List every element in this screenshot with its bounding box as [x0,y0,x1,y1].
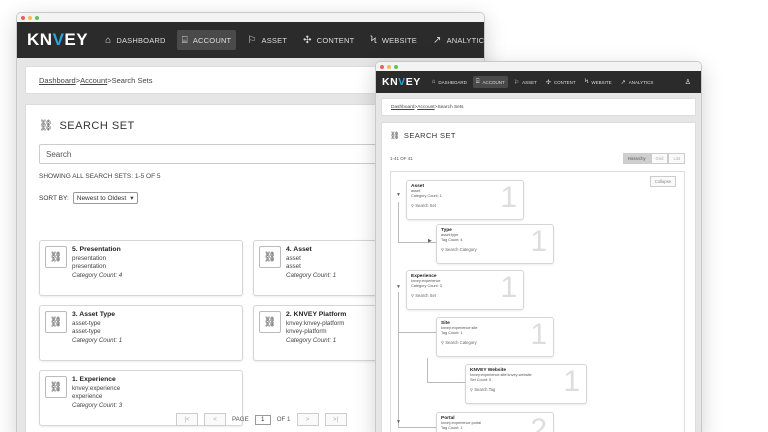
nav-account[interactable]: ⌸ Account [176,30,237,50]
minimize-dot[interactable] [28,15,32,20]
content-area: Dashboard > Account > Search Sets ⛓ Searc… [376,93,701,432]
knvey-logo[interactable]: KNVEY [27,30,88,50]
tree-connector [398,332,436,333]
minimize-dot[interactable] [387,64,391,69]
nav-analytics[interactable]: ↗Analytics [428,30,484,50]
hierarchy-view-button[interactable]: Hierarchy [622,153,651,164]
knvey-logo[interactable]: KNVEY [382,76,421,88]
sort-select[interactable]: Newest to Oldest ▾ [72,192,138,204]
puzzle-icon: ✣ [303,34,312,46]
window-titlebar [17,13,484,22]
breadcrumb-dashboard[interactable]: Dashboard [39,76,76,85]
link-icon: ⛓ [45,311,67,333]
view-toggle: Hierarchy Grid List [622,153,685,164]
first-page-button[interactable]: |< [176,413,198,426]
close-dot[interactable] [380,64,384,69]
stage: KNVEY ⌂ Dashboard ⌸ Account ⚐ Asset ✣ Conten… [0,0,768,432]
chart-icon: ↗ [432,34,442,46]
expand-toggle[interactable]: ▼ [396,192,401,198]
tree-connector [398,332,399,427]
page-title: ⛓ Search Set [390,131,456,140]
top-nav: KNVEY ⌂ Dashboard ⌸ Account ⚐ Asset ✣ Conten… [17,22,484,58]
grid-view-button[interactable]: Grid [650,153,669,164]
breadcrumb-dashboard[interactable]: Dashboard [391,105,414,110]
nav-asset[interactable]: ⚐ Asset [511,76,540,88]
page-label: PAGE [232,416,249,423]
nav-analytics[interactable]: ↗Analytics [618,76,657,88]
result-count: 1-41 OF 41 [390,156,413,161]
search-set-hierarchy-window: KNVEY ⌂ Dashboard ⌸ Account ⚐ Asset ✣ Conten… [375,61,702,432]
tree-node-tag[interactable]: KNVEY Website knvey:experience:site:knve… [465,364,587,404]
link-icon: ⛓ [259,311,281,333]
tree-connector [398,202,399,242]
maximize-dot[interactable] [35,15,39,20]
search-set-panel: ⛓ Search Set 1-41 OF 41 Hierarchy Grid Li… [381,122,696,432]
link-icon: ⛓ [390,131,400,140]
tree-connector [398,292,399,332]
tree-connector [398,427,436,428]
page-of-label: OF 1 [276,416,291,423]
search-set-card[interactable]: ⛓ 5. Presentation presentation presentatio… [39,240,243,296]
home-icon: ⌂ [105,34,112,46]
tree-node-set[interactable]: Asset asset Category Count: 1 ⚲ Search S… [406,180,524,220]
maximize-dot[interactable] [394,64,398,69]
tree-node-category[interactable]: Type asset:type Tag Count: 4 ⚲ Search Ca… [436,224,554,264]
list-view-button[interactable]: List [668,153,685,164]
breadcrumb-current: Search Sets [111,75,153,85]
link-icon: ⛓ [39,120,54,132]
building-icon: ⌸ [475,78,480,85]
link-icon: ⛓ [45,376,67,398]
bolt-icon: ϟ [370,34,377,46]
tree-node-set[interactable]: Experience knvey:experience Category Cou… [406,270,524,310]
window-titlebar [376,62,701,71]
hierarchy-tree: Collapse ▼ ▶ ▼ ▼ Asset asset Category Co… [390,171,685,432]
link-icon: ⛓ [45,246,67,268]
close-dot[interactable] [21,15,25,20]
nav-content[interactable]: ✣ Content [543,76,579,88]
expand-toggle[interactable]: ▼ [396,284,401,290]
nav-account[interactable]: ⌸ Account [472,76,508,88]
expand-toggle[interactable]: ▼ [396,419,401,425]
tree-node-category[interactable]: Portal knvey:experience:portal Tag Count… [436,412,554,432]
puzzle-icon: ✣ [545,79,551,86]
nav-dashboard[interactable]: ⌂ Dashboard [100,30,171,50]
link-icon: ⛓ [259,246,281,268]
asset-icon: ⚐ [513,79,520,86]
breadcrumb-current: Search Sets [437,104,464,110]
nav-content[interactable]: ✣ Content [298,30,359,50]
chart-icon: ↗ [620,79,626,86]
tree-connector [427,382,465,383]
breadcrumb-account[interactable]: Account [417,105,434,110]
breadcrumb: Dashboard > Account > Search Sets [381,98,696,116]
search-set-card[interactable]: ⛓ 3. Asset Type asset-type asset-type Categ… [39,305,243,361]
page-input[interactable]: 1 [254,414,271,425]
sort-label: SORT BY: [39,194,69,202]
nav-website[interactable]: ϟ Website [582,76,615,88]
tree-node-category[interactable]: Site knvey:experience:site Tag Count: 1 … [436,317,554,357]
bolt-icon: ϟ [584,79,589,85]
next-page-button[interactable]: > [296,413,319,426]
prev-page-button[interactable]: < [204,413,226,426]
collapse-button[interactable]: Collapse [649,176,676,187]
last-page-button[interactable]: >| [324,413,347,426]
nav-asset[interactable]: ⚐ Asset [242,30,292,50]
building-icon: ⌸ [181,34,188,46]
chevron-down-icon: ▾ [130,195,134,202]
nav-dashboard[interactable]: ⌂ Dashboard [429,76,470,88]
home-icon: ⌂ [431,79,436,85]
pagination: |< < PAGE 1 OF 1 > >| [176,413,347,426]
user-icon[interactable]: ♙ [685,78,691,86]
asset-icon: ⚐ [247,34,257,46]
top-nav: KNVEY ⌂ Dashboard ⌸ Account ⚐ Asset ✣ Conten… [376,71,701,93]
nav-website[interactable]: ϟ Website [365,30,422,50]
tree-connector [427,358,428,382]
breadcrumb-account[interactable]: Account [80,76,107,85]
expand-toggle[interactable]: ▶ [428,238,432,244]
